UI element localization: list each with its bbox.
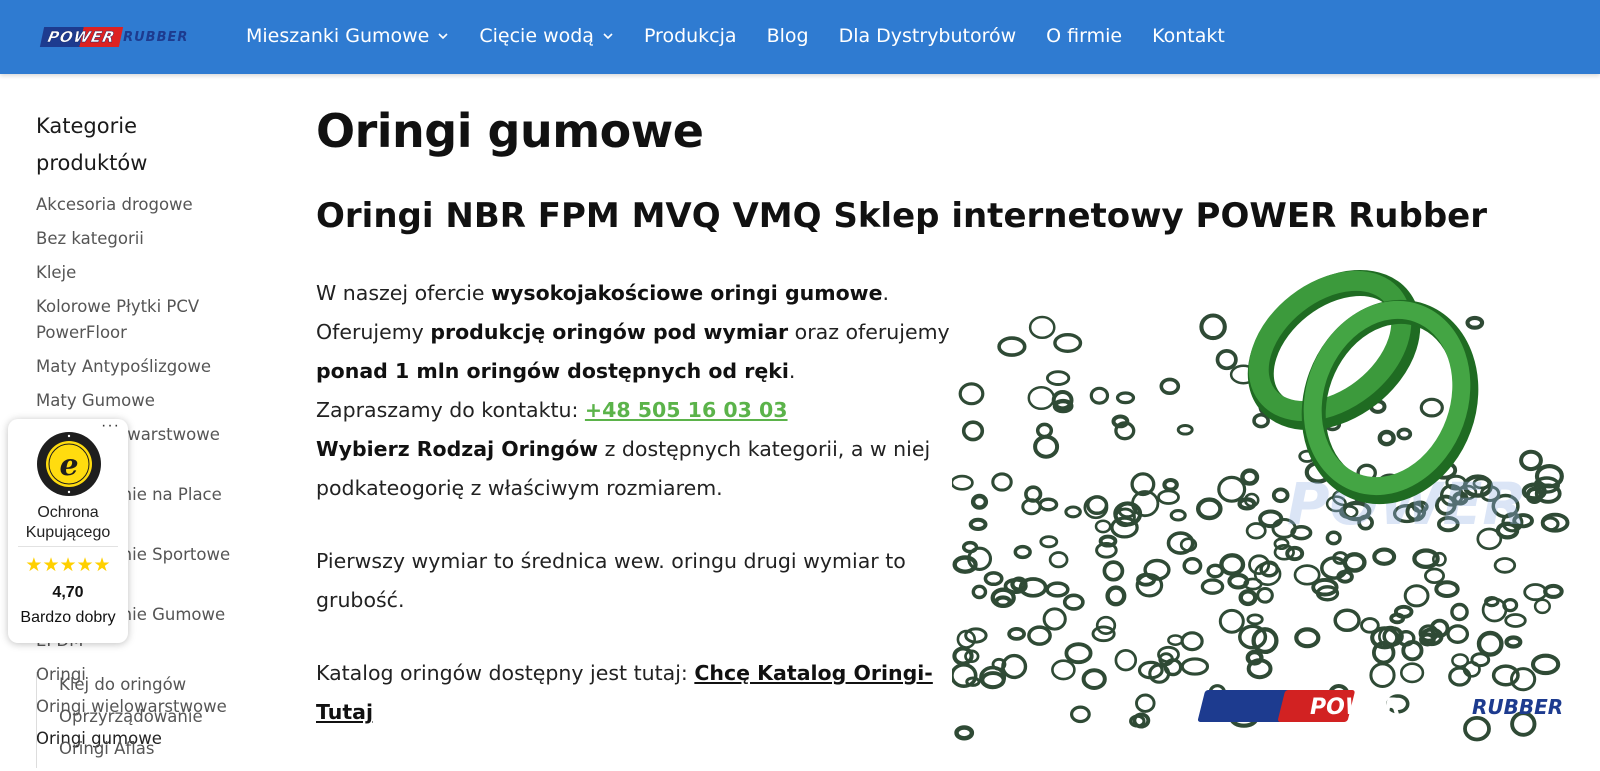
category-item[interactable]: Maty Antypoślizgowe [36, 354, 276, 380]
rating-stars: ★★★★★ [25, 555, 111, 576]
bold-text: Wybierz Rodzaj Oringów [316, 437, 599, 461]
nav-item-blog[interactable]: Blog [767, 25, 809, 47]
nav-item-label: Kontakt [1152, 25, 1225, 47]
nav-item-label: O firmie [1046, 25, 1123, 47]
badge-divider [18, 546, 118, 547]
category-item[interactable]: Maty Gumowe [36, 388, 276, 414]
subcategory-list: Klej do oringów Oprzyrządowanie Oringi A… [36, 672, 203, 768]
category-item[interactable]: Kleje [36, 260, 276, 286]
text-run: . [788, 359, 796, 383]
text-run: . [882, 281, 890, 305]
subcategory-item[interactable]: Klej do oringów [59, 672, 203, 698]
trusted-shops-badge[interactable]: ··· e Ochrona Kupującego ★★★★★ 4,70 Bard… [8, 417, 128, 643]
trusted-shops-seal-icon: e [37, 432, 101, 496]
buyer-protection-label: Ochrona Kupującego [25, 504, 111, 541]
subcategory-item[interactable]: Oringi Aflas [59, 736, 203, 762]
nav-item-ciecie-woda[interactable]: Cięcie wodą [479, 25, 614, 47]
text-run: Oferujemy [316, 320, 431, 344]
product-description: W naszej ofercie wysokojakościowe oringi… [316, 274, 956, 732]
text-run: Katalog oringów dostępny jest tutaj: [316, 661, 695, 685]
page-title: Oringi gumowe [316, 104, 704, 158]
nav-item-label: Dla Dystrybutorów [838, 25, 1017, 47]
power-rubber-logo[interactable]: POWER RUBBER [39, 24, 202, 50]
dimension-paragraph: Pierwszy wymiar to średnica wew. oringu … [316, 549, 906, 612]
nav-item-label: Mieszanki Gumowe [246, 25, 430, 47]
chevron-down-icon [438, 33, 448, 40]
image-logo-rubber: RUBBER [1472, 695, 1563, 719]
bold-text: produkcję oringów pod wymiar [430, 320, 789, 344]
image-logo-power: POWER [1310, 695, 1401, 720]
text-run: W naszej ofercie [316, 281, 492, 305]
nav-item-label: Produkcja [643, 25, 737, 47]
category-item[interactable]: Akcesoria drogowe [36, 192, 276, 218]
logo-rubber-text: RUBBER [123, 29, 189, 45]
svg-text:e: e [59, 448, 78, 483]
nav-item-kontakt[interactable]: Kontakt [1152, 25, 1225, 47]
bold-text: ponad 1 mln oringów dostępnych od ręki [316, 359, 789, 383]
more-options-icon[interactable]: ··· [101, 417, 120, 435]
top-navigation-bar: POWER RUBBER Mieszanki Gumowe Cięcie wod… [0, 0, 1600, 74]
sidebar-title: Kategorie produktów [36, 114, 148, 175]
nav-item-dla-dystrybutorow[interactable]: Dla Dystrybutorów [839, 25, 1017, 47]
nav-item-produkcja[interactable]: Produkcja [644, 25, 737, 47]
subcategory-item[interactable]: Oprzyrządowanie [59, 704, 203, 730]
page-subtitle: Oringi NBR FPM MVQ VMQ Sklep internetowy… [316, 196, 1488, 236]
main-nav: Mieszanki Gumowe Cięcie wodą Produkcja B… [246, 0, 1225, 72]
category-item[interactable]: Bez kategorii [36, 226, 276, 252]
phone-link[interactable]: +48 505 16 03 03 [585, 398, 788, 422]
nav-item-label: Cięcie wodą [479, 25, 594, 47]
rating-value: 4,70 [52, 584, 84, 601]
rating-label: Bardzo dobry [20, 609, 116, 626]
intro-paragraph: W naszej ofercie wysokojakościowe oringi… [316, 274, 956, 508]
catalog-paragraph: Katalog oringów dostępny jest tutaj: Chc… [316, 654, 956, 732]
image-logo: POWER RUBBER [1197, 690, 1563, 722]
orings-product-image: POWER POWER RUBBER [952, 262, 1600, 748]
nav-item-label: Blog [766, 25, 809, 47]
text-run: Zapraszamy do kontaktu: [316, 398, 585, 422]
bold-text: wysokojakościowe oringi gumowe [491, 281, 883, 305]
text-run: oraz oferujemy [788, 320, 950, 344]
nav-item-mieszanki-gumowe[interactable]: Mieszanki Gumowe [246, 25, 449, 47]
chevron-down-icon [603, 33, 613, 40]
nav-item-o-firmie[interactable]: O firmie [1046, 25, 1122, 47]
logo-power-text: POWER [39, 27, 124, 47]
category-item[interactable]: Kolorowe Płytki PCV PowerFloor [36, 294, 276, 346]
